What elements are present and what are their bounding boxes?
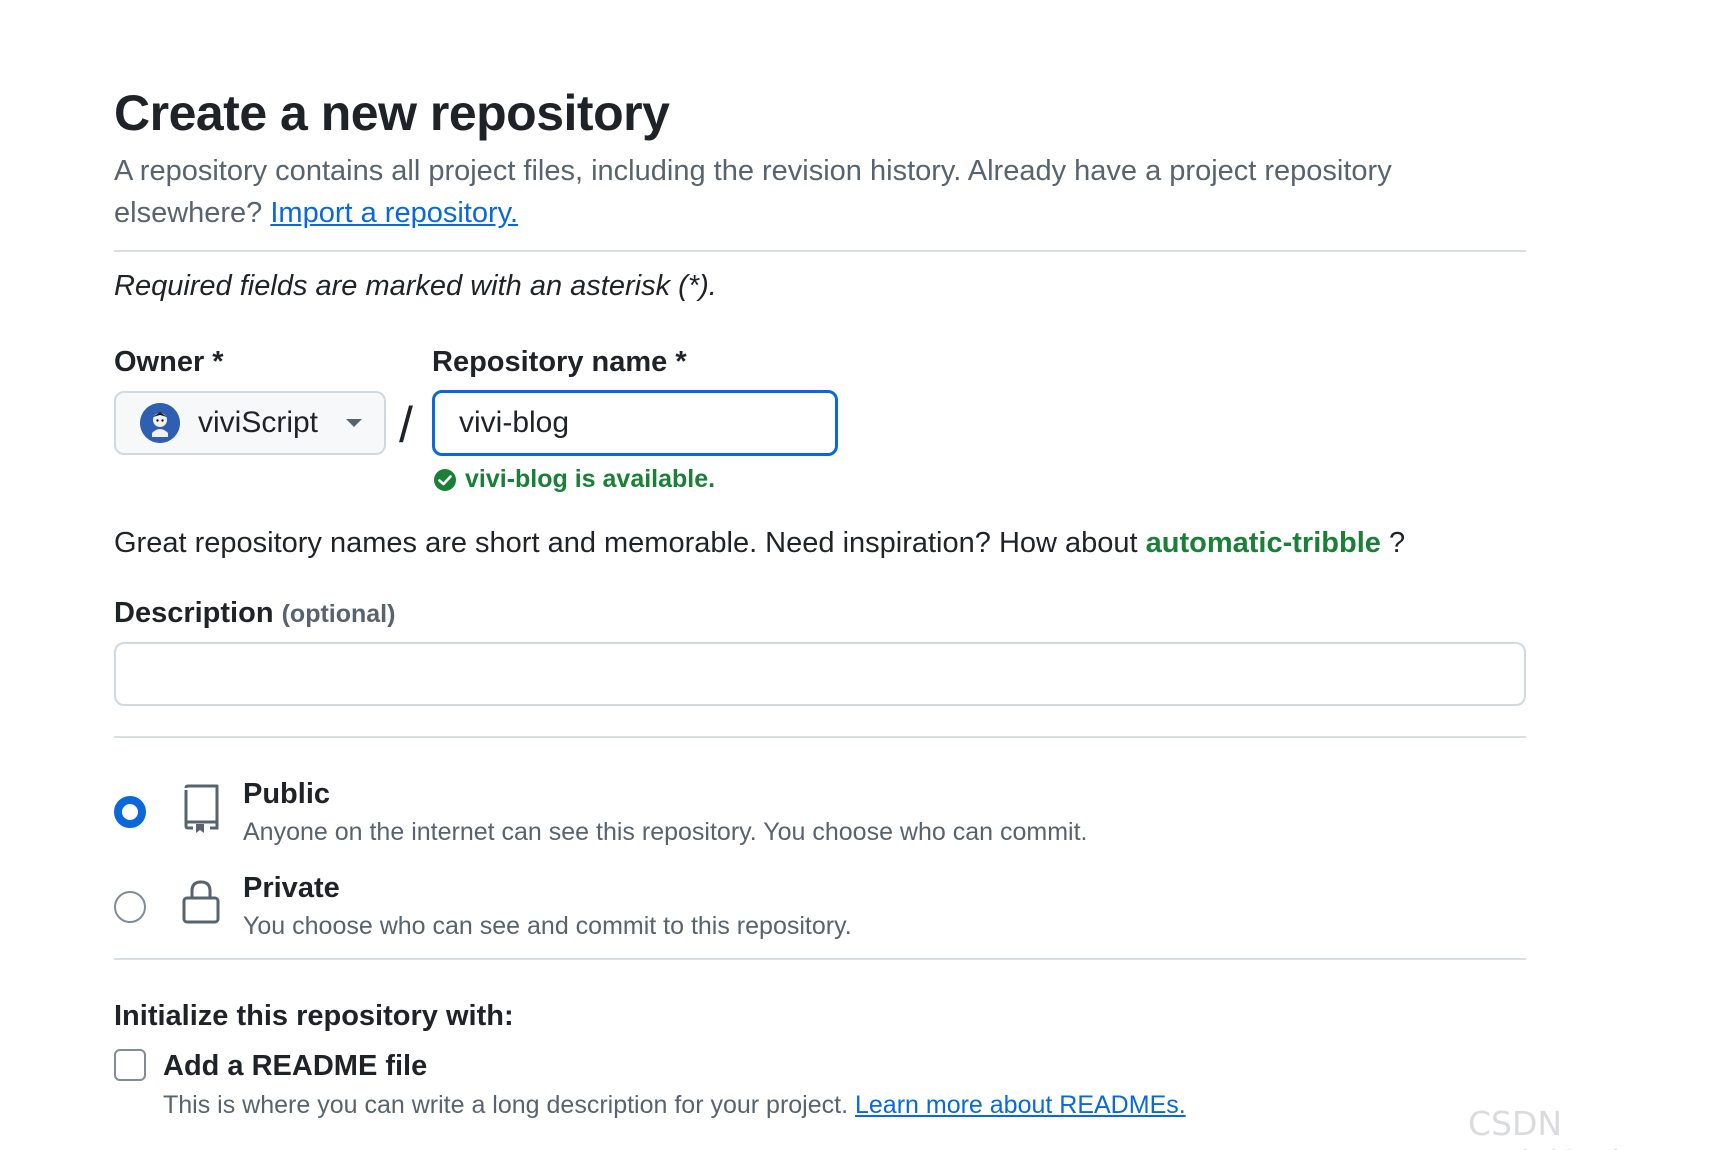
initialize-heading: Initialize this repository with: xyxy=(114,1000,514,1032)
owner-avatar-icon xyxy=(140,403,180,443)
owner-name: viviScript xyxy=(198,406,319,439)
availability-text: vivi-blog is available. xyxy=(465,465,716,493)
public-description: Anyone on the internet can see this repo… xyxy=(243,818,1088,846)
owner-label: Owner * xyxy=(114,346,224,378)
owner-repo-separator: / xyxy=(399,397,413,453)
repo-name-label: Repository name * xyxy=(432,346,687,378)
readme-checkbox[interactable] xyxy=(114,1049,146,1081)
private-description: You choose who can see and commit to thi… xyxy=(243,912,852,940)
divider-description xyxy=(114,736,1526,738)
required-fields-note: Required fields are marked with an aster… xyxy=(114,270,717,302)
readme-description-text: This is where you can write a long descr… xyxy=(163,1091,855,1119)
divider-visibility xyxy=(114,958,1526,960)
readme-label: Add a README file xyxy=(163,1050,428,1082)
watermark: CSDN @viviScript xyxy=(1468,1104,1654,1150)
page-subtitle: A repository contains all project files,… xyxy=(114,150,1534,234)
check-circle-icon xyxy=(434,468,456,491)
description-label-text: Description xyxy=(114,597,274,629)
caret-down-icon xyxy=(346,419,362,427)
optional-hint: (optional) xyxy=(281,600,396,628)
public-title: Public xyxy=(243,778,331,810)
repo-name-input[interactable] xyxy=(432,390,838,456)
divider-top xyxy=(114,250,1526,252)
learn-more-readmes-link[interactable]: Learn more about READMEs. xyxy=(855,1091,1186,1119)
name-inspiration: Great repository names are short and mem… xyxy=(114,527,1405,560)
import-repository-link[interactable]: Import a repository. xyxy=(270,197,518,229)
private-title: Private xyxy=(243,872,340,904)
availability-message: vivi-blog is available. xyxy=(433,465,715,494)
description-label: Description (optional) xyxy=(114,597,395,630)
description-input[interactable] xyxy=(114,642,1526,706)
owner-dropdown[interactable]: viviScript xyxy=(114,391,386,455)
public-radio[interactable] xyxy=(114,796,146,828)
repo-icon xyxy=(184,784,219,833)
lock-icon xyxy=(182,880,220,924)
create-repo-page: Create a new repository A repository con… xyxy=(0,0,1720,1150)
page-title: Create a new repository xyxy=(114,85,670,141)
inspiration-suffix: ? xyxy=(1380,527,1406,559)
inspiration-text: Great repository names are short and mem… xyxy=(114,527,1146,559)
readme-description: This is where you can write a long descr… xyxy=(163,1091,1186,1120)
private-radio[interactable] xyxy=(114,891,146,923)
name-suggestion-link[interactable]: automatic-tribble xyxy=(1146,527,1381,559)
